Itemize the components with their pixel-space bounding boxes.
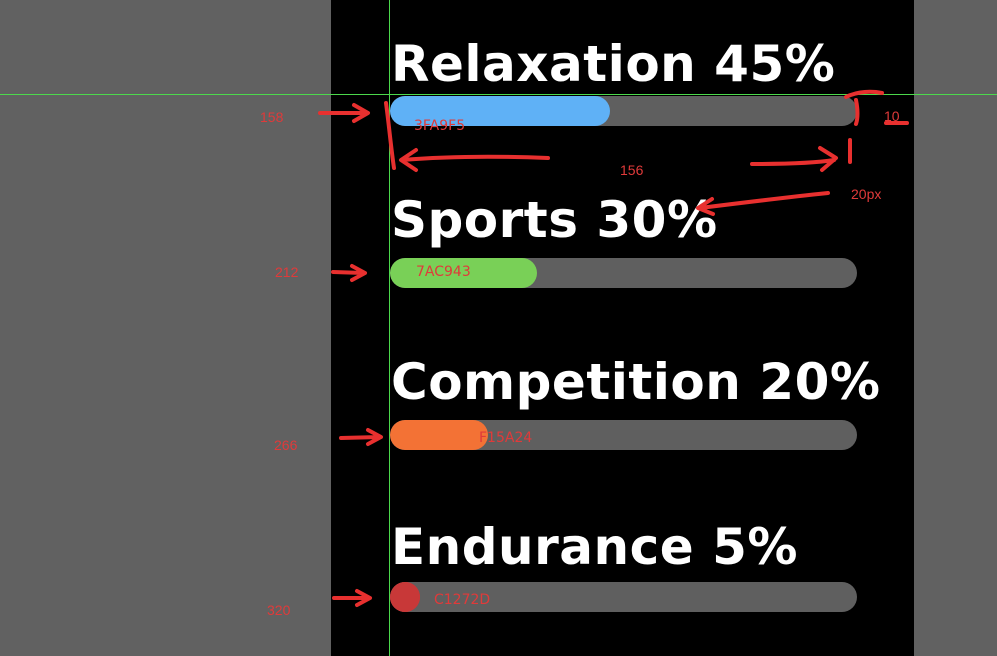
relaxation-hex-label: 3FA9F5 [414, 118, 466, 134]
endurance-hex-label: C1272D [434, 592, 491, 608]
endurance-title: Endurance 5% [391, 518, 798, 576]
endurance-y-note: 320 [267, 602, 291, 618]
competition-progress-bar [390, 420, 857, 450]
vertical-guide-line [389, 0, 390, 656]
sports-y-note: 212 [275, 264, 299, 280]
gap-note: 10 [884, 108, 900, 124]
horizontal-guide-line [0, 94, 997, 95]
competition-hex-label: F15A24 [479, 430, 533, 446]
endurance-progress-fill [390, 582, 420, 612]
competition-progress-fill [390, 420, 488, 450]
sports-title: Sports 30% [391, 191, 718, 249]
competition-y-note: 266 [274, 437, 298, 453]
competition-title: Competition 20% [391, 353, 881, 411]
sports-hex-label: 7AC943 [416, 264, 471, 280]
spacing-note: 20px [851, 186, 882, 202]
relaxation-y-note: 158 [260, 109, 284, 125]
relaxation-title: Relaxation 45% [391, 35, 836, 93]
width-note: 156 [620, 162, 644, 178]
